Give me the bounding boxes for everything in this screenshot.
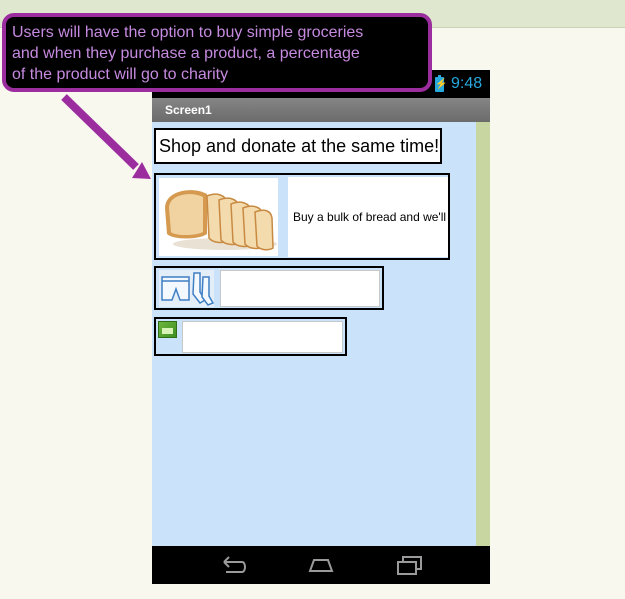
heading-label[interactable]: Shop and donate at the same time! <box>154 128 442 164</box>
third-product-row[interactable] <box>154 317 347 356</box>
clothing-product-row[interactable] <box>154 266 384 310</box>
status-time: 9:48 <box>451 75 483 92</box>
bread-loaf-image[interactable] <box>159 178 278 256</box>
annotation-callout: Users will have the option to buy simple… <box>2 13 432 92</box>
callout-line-1: Users will have the option to buy simple… <box>12 24 364 41</box>
screen-scrollbar <box>476 122 490 546</box>
phone-preview: 9:48 Screen1 Shop and donate at the same… <box>152 70 490 584</box>
recent-apps-icon[interactable] <box>395 554 425 576</box>
callout-line-3: of the product will go to charity <box>12 66 229 83</box>
screen-title: Screen1 <box>165 103 212 117</box>
screen-canvas: Shop and donate at the same time! Buy a … <box>152 122 476 546</box>
battery-icon <box>435 75 444 92</box>
screen-title-bar: Screen1 <box>152 98 490 122</box>
third-product-label[interactable] <box>182 321 343 353</box>
navigation-bar <box>152 546 490 584</box>
placeholder-image-icon[interactable] <box>158 321 177 338</box>
underwear-socks-image[interactable] <box>159 270 215 307</box>
bread-product-label[interactable]: Buy a bulk of bread and we'll <box>288 177 448 257</box>
back-icon[interactable] <box>218 554 248 576</box>
bread-product-row[interactable]: Buy a bulk of bread and we'll <box>154 173 450 260</box>
callout-line-2: and when they purchase a product, a perc… <box>12 45 360 62</box>
home-icon[interactable] <box>306 554 336 576</box>
clothing-product-label[interactable] <box>220 270 380 307</box>
